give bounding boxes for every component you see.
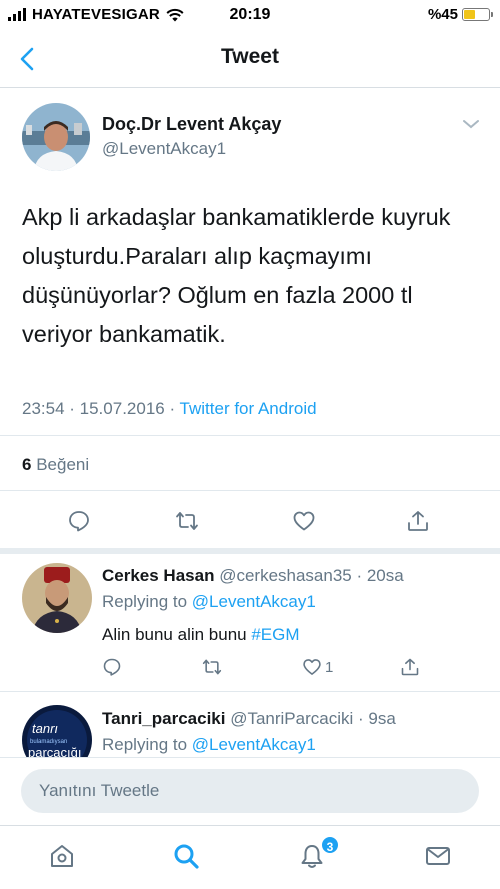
retweet-button[interactable] [202,656,222,678]
replying-to: Replying to @LeventAkcay1 [102,592,316,612]
reply-text: Alin bunu alin bunu #EGM [102,625,300,645]
share-button[interactable] [400,656,420,678]
reply-author-name: Cerkes Hasan [102,566,215,585]
retweet-icon [202,659,222,675]
heart-icon [293,511,315,531]
battery-level [464,10,475,19]
share-icon [408,511,428,531]
retweet-icon [176,512,198,530]
battery-percentage: %45 [427,6,458,23]
share-button[interactable] [406,506,436,536]
likes-label: Beğeni [31,455,90,474]
reply-button[interactable] [102,656,122,678]
envelope-icon [426,847,450,865]
reply-avatar[interactable] [22,563,92,633]
nav-bar: Tweet [0,32,500,88]
share-icon [401,658,419,676]
compose-bar: Yanıtını Tweetle [0,757,500,825]
author-name[interactable]: Doç.Dr Levent Akçay [102,114,281,135]
tab-home[interactable] [48,842,78,872]
reply-icon [69,511,89,532]
status-right: %45 [427,6,493,23]
page-title: Tweet [221,45,279,68]
reply-button[interactable] [67,506,97,536]
replying-prefix: Replying to [102,735,192,754]
heart-icon [303,659,321,675]
home-icon [51,845,73,867]
clock: 20:19 [229,6,271,23]
tweet-actions [0,506,500,536]
author-handle[interactable]: @LeventAkcay1 [102,139,226,159]
replying-to: Replying to @LeventAkcay1 [102,735,316,755]
reply-author[interactable]: Tanri_parcaciki @TanriParcaciki · 9sa [102,709,396,729]
retweet-button[interactable] [175,506,205,536]
battery-icon [462,8,493,21]
tweet-time: 23:54 · 15.07.2016 · [22,399,180,418]
hashtag-link[interactable]: #EGM [251,625,299,644]
notification-badge: 3 [320,835,340,855]
replying-to-link[interactable]: @LeventAkcay1 [192,592,316,611]
likes-count[interactable]: 6 Beğeni [22,455,89,475]
divider [0,490,500,491]
tab-bar: 3 [0,825,500,889]
like-button[interactable]: 1 [302,656,333,678]
chevron-down-icon[interactable] [462,118,480,130]
status-bar: HAYATEVESIGAR 20:19 %45 [0,0,500,32]
search-icon [174,844,199,869]
divider [0,435,500,436]
tab-messages[interactable] [424,842,454,872]
section-divider [0,548,500,554]
reply-body: Alin bunu alin bunu [102,625,252,644]
reply-author-name: Tanri_parcaciki [102,709,226,728]
reply-handle-time: @cerkeshasan35 · 20sa [214,566,404,585]
tab-search[interactable] [172,842,202,872]
replying-to-link[interactable]: @LeventAkcay1 [192,735,316,754]
tweet-timestamp: 23:54 · 15.07.2016 · Twitter for Android [22,399,317,419]
reply-input[interactable]: Yanıtını Tweetle [21,769,479,813]
tweet-text: Akp li arkadaşlar bankamatiklerde kuyruk… [22,204,451,347]
divider [0,691,500,692]
author-avatar[interactable] [22,103,90,171]
reply-author[interactable]: Cerkes Hasan @cerkeshasan35 · 20sa [102,566,404,586]
avatar-text: tanrı [32,721,58,736]
tweet-source-link[interactable]: Twitter for Android [180,399,317,418]
replying-prefix: Replying to [102,592,192,611]
like-button[interactable] [292,506,322,536]
reply-handle-time: @TanriParcaciki · 9sa [225,709,396,728]
like-count: 1 [325,658,334,676]
reply-icon [103,658,121,676]
